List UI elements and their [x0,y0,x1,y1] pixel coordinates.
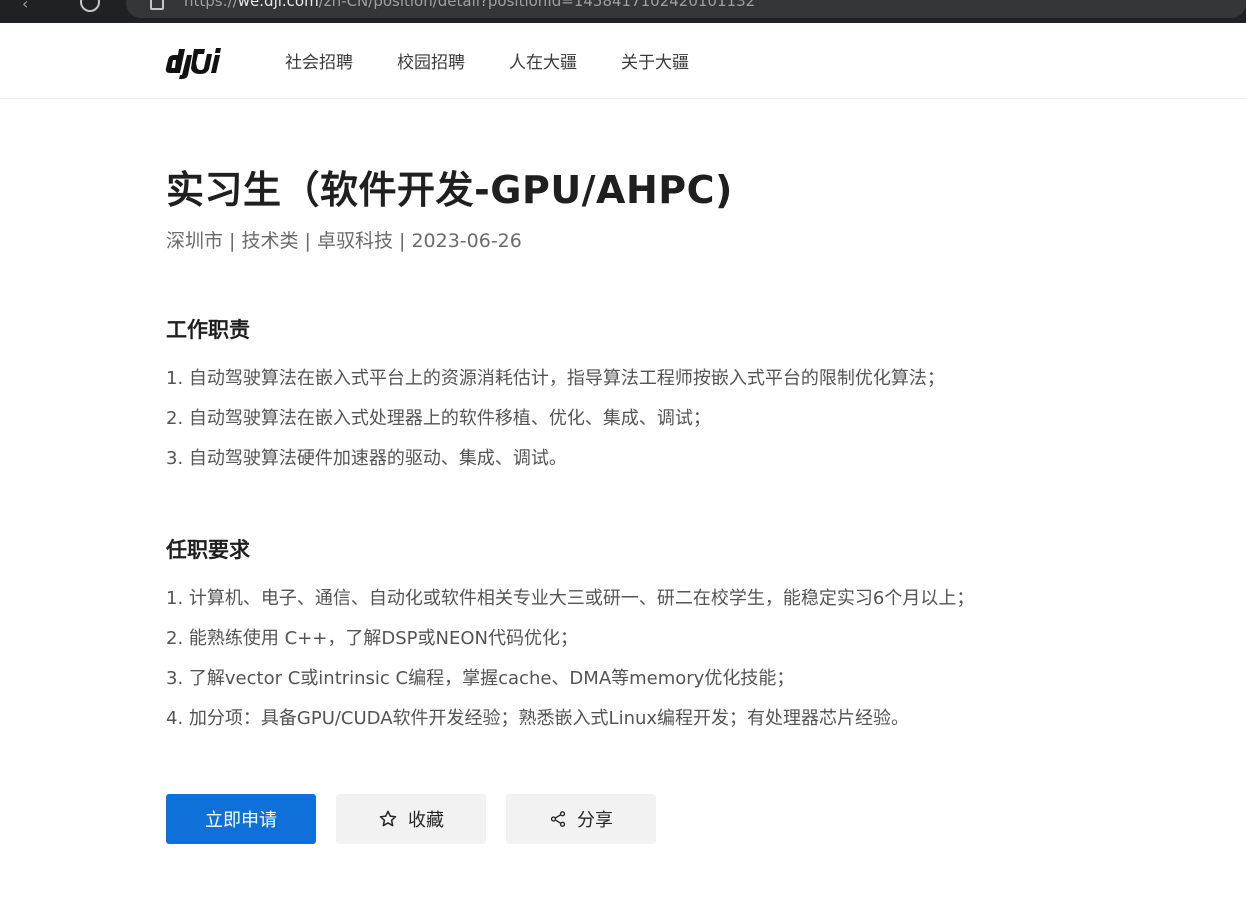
site-header: 社会招聘 校园招聘 人在大疆 关于大疆 [0,23,1246,99]
action-bar: 立即申请 收藏 分享 [166,794,676,844]
list-item: 1. 自动驾驶算法在嵌入式平台上的资源消耗估计，指导算法工程师按嵌入式平台的限制… [166,368,945,389]
list-item: 2. 自动驾驶算法在嵌入式处理器上的软件移植、优化、集成、调试； [166,408,711,429]
list-item: 3. 自动驾驶算法硬件加速器的驱动、集成、调试。 [166,448,567,469]
requirements-title: 任职要求 [166,538,250,562]
nav-about-dji[interactable]: 关于大疆 [621,48,689,73]
dji-logo[interactable] [165,43,223,79]
job-meta: 深圳市 | 技术类 | 卓驭科技 | 2023-06-26 [166,230,522,252]
responsibilities-title: 工作职责 [166,318,250,342]
list-item: 1. 计算机、电子、通信、自动化或软件相关专业大三或研一、研二在校学生，能稳定实… [166,588,975,609]
favorite-button-label: 收藏 [408,810,444,831]
share-icon [549,810,567,828]
url-text: https://we.dji.com/zh-CN/position/detail… [184,0,756,10]
share-button-label: 分享 [577,810,613,831]
favorite-button[interactable]: 收藏 [336,794,486,844]
back-arrow-icon[interactable]: ‹ [22,0,28,13]
list-item: 4. 加分项：具备GPU/CUDA软件开发经验；熟悉嵌入式Linux编程开发；有… [166,708,910,729]
apply-button[interactable]: 立即申请 [166,794,316,844]
dji-logo-icon [165,48,221,79]
list-item: 2. 能熟练使用 C++，了解DSP或NEON代码优化； [166,628,578,649]
main-nav: 社会招聘 校园招聘 人在大疆 关于大疆 [285,23,733,98]
requirements-list: 1. 计算机、电子、通信、自动化或软件相关专业大三或研一、研二在校学生，能稳定实… [166,579,974,739]
job-title: 实习生（软件开发-GPU/AHPC) [166,168,733,212]
nav-campus-recruitment[interactable]: 校园招聘 [397,48,465,73]
address-bar[interactable]: https://we.dji.com/zh-CN/position/detail… [126,0,1246,18]
star-icon [378,809,398,829]
page-info-icon[interactable] [150,0,164,10]
apply-button-label: 立即申请 [205,810,277,831]
browser-toolbar: ‹ https://we.dji.com/zh-CN/position/deta… [0,0,1246,23]
list-item: 3. 了解vector C或intrinsic C编程，掌握cache、DMA等… [166,668,795,689]
nav-social-recruitment[interactable]: 社会招聘 [285,48,353,73]
nav-people-at-dji[interactable]: 人在大疆 [509,48,577,73]
reload-icon[interactable] [80,0,100,12]
responsibilities-list: 1. 自动驾驶算法在嵌入式平台上的资源消耗估计，指导算法工程师按嵌入式平台的限制… [166,359,945,479]
share-button[interactable]: 分享 [506,794,656,844]
